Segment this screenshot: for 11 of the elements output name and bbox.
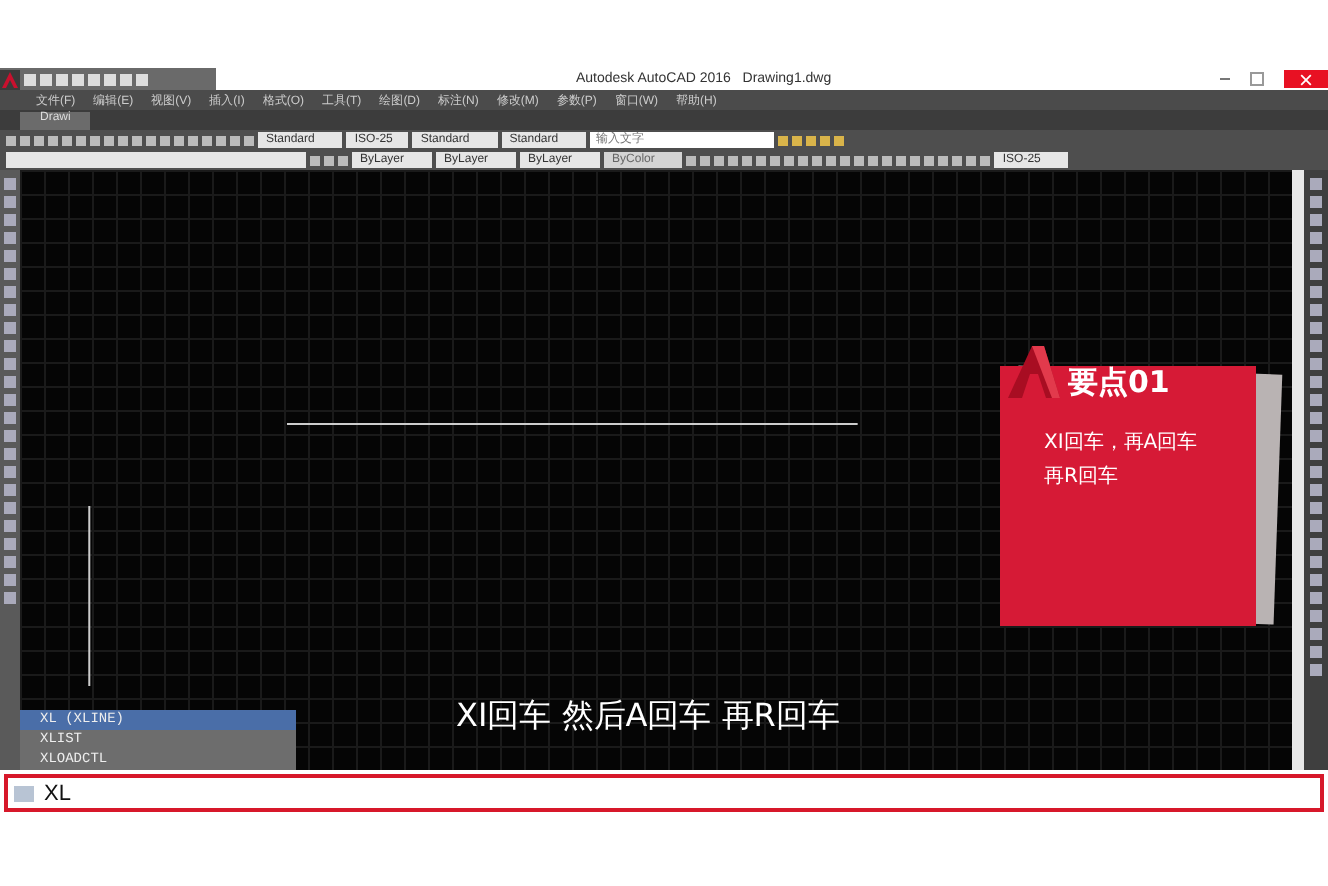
close-icon[interactable] xyxy=(1300,73,1312,85)
maximize-icon[interactable] xyxy=(1250,72,1264,86)
letter-a-logo-icon xyxy=(1004,342,1064,402)
callout-title: 要点01 xyxy=(1068,364,1170,402)
close-button[interactable] xyxy=(1284,70,1328,88)
callout-text: 再R回车 xyxy=(1042,463,1120,490)
subtitle-caption: XI回车 然后A回车 再R回车 xyxy=(456,696,840,738)
vertical-scrollbar[interactable] xyxy=(1292,170,1304,770)
callout-text: XI回车，再A回车 xyxy=(1042,429,1200,456)
app-logo-icon[interactable] xyxy=(0,69,20,89)
command-input[interactable]: XL xyxy=(44,781,71,805)
